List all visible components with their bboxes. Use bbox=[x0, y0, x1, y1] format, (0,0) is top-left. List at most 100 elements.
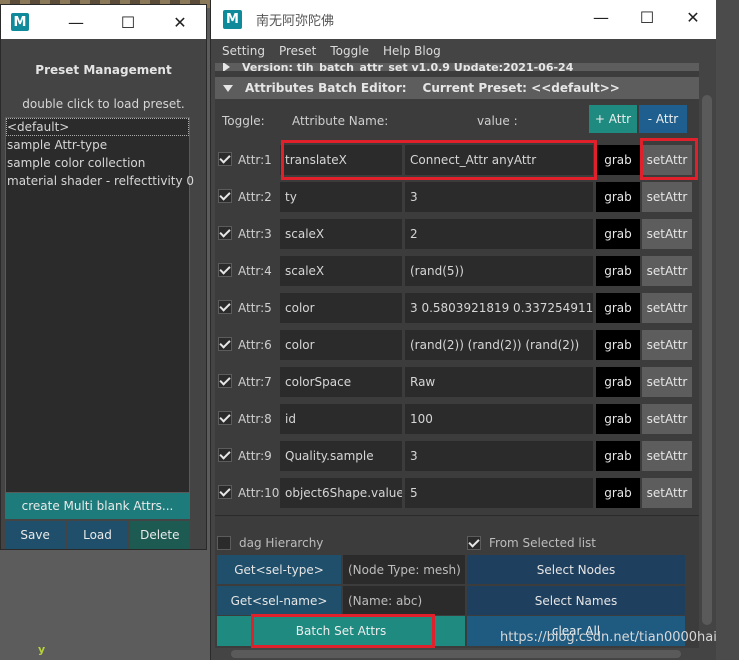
load-button[interactable]: Load bbox=[67, 521, 128, 549]
set-attr-button[interactable]: setAttr bbox=[642, 219, 692, 249]
grab-button[interactable]: grab bbox=[596, 330, 640, 360]
attr-index-label: Attr:6 bbox=[238, 338, 272, 352]
set-attr-button[interactable]: setAttr bbox=[642, 293, 692, 323]
delete-button[interactable]: Delete bbox=[129, 521, 190, 549]
window-title: 南无阿弥陀佛 bbox=[256, 14, 335, 29]
version-frame-header[interactable]: Version: tjh_batch_attr_set v1.0.9 Updat… bbox=[215, 63, 699, 71]
batch-set-attrs-button[interactable]: Batch Set Attrs bbox=[217, 616, 465, 646]
attr-toggle-checkbox[interactable] bbox=[218, 448, 232, 462]
grab-button[interactable]: grab bbox=[596, 367, 640, 397]
get-sel-type-button[interactable]: Get<sel-type> bbox=[217, 555, 341, 584]
attr-toggle-checkbox[interactable] bbox=[218, 263, 232, 277]
attr-value-field[interactable]: 3 bbox=[405, 441, 593, 471]
attr-toggle-checkbox[interactable] bbox=[218, 300, 232, 314]
grab-button[interactable]: grab bbox=[596, 478, 640, 508]
attr-name-field[interactable]: translateX bbox=[280, 145, 402, 175]
set-attr-button[interactable]: setAttr bbox=[642, 330, 692, 360]
minimize-icon[interactable]: — bbox=[50, 5, 102, 39]
set-attr-button[interactable]: setAttr bbox=[642, 367, 692, 397]
set-attr-button[interactable]: setAttr bbox=[642, 256, 692, 286]
set-attr-button[interactable]: setAttr bbox=[642, 145, 692, 175]
close-icon[interactable]: ✕ bbox=[670, 0, 716, 34]
attr-index-label: Attr:5 bbox=[238, 301, 272, 315]
grab-button[interactable]: grab bbox=[596, 219, 640, 249]
remove-attr-button[interactable]: - Attr bbox=[639, 105, 687, 133]
menu-help-blog[interactable]: Help Blog bbox=[383, 44, 441, 58]
editor-frame-label: Attributes Batch Editor: bbox=[245, 81, 407, 95]
grab-button[interactable]: grab bbox=[596, 441, 640, 471]
vertical-scrollbar[interactable] bbox=[699, 63, 715, 648]
attr-name-field[interactable]: object6Shape.value bbox=[280, 478, 402, 508]
create-multi-blank-attrs-button[interactable]: create Multi blank Attrs... bbox=[5, 493, 190, 519]
attr-row: Attr:1 translateX Connect_Attr anyAttr grab… bbox=[215, 143, 699, 177]
name-column-header: Attribute Name: bbox=[292, 114, 389, 128]
grab-button[interactable]: grab bbox=[596, 145, 640, 175]
divider bbox=[215, 515, 699, 516]
attr-toggle-checkbox[interactable] bbox=[218, 189, 232, 203]
maximize-icon[interactable]: ☐ bbox=[102, 5, 154, 39]
attr-name-field[interactable]: colorSpace bbox=[280, 367, 402, 397]
menu-setting[interactable]: Setting bbox=[222, 44, 265, 58]
attr-value-field[interactable]: Connect_Attr anyAttr bbox=[405, 145, 593, 175]
minimize-icon[interactable]: — bbox=[578, 0, 624, 34]
preset-item-default[interactable]: <default> bbox=[6, 118, 189, 136]
preset-list[interactable]: <default> sample Attr-type sample color … bbox=[5, 117, 194, 493]
attr-toggle-checkbox[interactable] bbox=[218, 337, 232, 351]
attr-name-field[interactable]: id bbox=[280, 404, 402, 434]
close-icon[interactable]: ✕ bbox=[154, 5, 206, 39]
menu-preset[interactable]: Preset bbox=[279, 44, 316, 58]
attr-value-field[interactable]: (rand(5)) bbox=[405, 256, 593, 286]
horizontal-scrollbar[interactable] bbox=[215, 648, 699, 660]
attr-toggle-checkbox[interactable] bbox=[218, 485, 232, 499]
attr-value-field[interactable]: Raw bbox=[405, 367, 593, 397]
attr-value-field[interactable]: 5 bbox=[405, 478, 593, 508]
attr-name-field[interactable]: scaleX bbox=[280, 219, 402, 249]
editor-frame-header[interactable]: Attributes Batch Editor: Current Preset:… bbox=[215, 77, 699, 99]
attr-toggle-checkbox[interactable] bbox=[218, 226, 232, 240]
attr-value-field[interactable]: 3 bbox=[405, 182, 593, 212]
attr-value-field[interactable]: 100 bbox=[405, 404, 593, 434]
editor-scroll-area: Version: tjh_batch_attr_set v1.0.9 Updat… bbox=[215, 63, 699, 648]
current-preset-label: Current Preset: <<default>> bbox=[422, 81, 620, 95]
attr-value-field[interactable]: (rand(2)) (rand(2)) (rand(2)) bbox=[405, 330, 593, 360]
attr-name-field[interactable]: color bbox=[280, 293, 402, 323]
save-button[interactable]: Save bbox=[5, 521, 66, 549]
get-sel-name-button[interactable]: Get<sel-name> bbox=[217, 586, 341, 615]
preset-item[interactable]: material shader - relfecttivity 0 bbox=[6, 172, 194, 190]
set-attr-button[interactable]: setAttr bbox=[642, 478, 692, 508]
menu-toggle[interactable]: Toggle bbox=[330, 44, 369, 58]
from-selected-list-checkbox[interactable]: From Selected list bbox=[467, 536, 596, 550]
scrollbar-thumb[interactable] bbox=[702, 95, 712, 625]
attr-row: Attr:7 colorSpace Raw grab setAttr bbox=[215, 365, 699, 399]
attr-toggle-checkbox[interactable] bbox=[218, 411, 232, 425]
select-nodes-button[interactable]: Select Nodes bbox=[467, 555, 685, 584]
grab-button[interactable]: grab bbox=[596, 404, 640, 434]
attr-index-label: Attr:2 bbox=[238, 190, 272, 204]
scrollbar-thumb[interactable] bbox=[231, 650, 681, 658]
menu-bar: Setting Preset Toggle Help Blog bbox=[211, 39, 716, 63]
attr-name-field[interactable]: ty bbox=[280, 182, 402, 212]
attr-toggle-checkbox[interactable] bbox=[218, 152, 232, 166]
attr-value-field[interactable]: 2 bbox=[405, 219, 593, 249]
preset-window-titlebar[interactable]: M — ☐ ✕ bbox=[1, 5, 206, 39]
add-attr-button[interactable]: + Attr bbox=[589, 105, 637, 133]
maximize-icon[interactable]: ☐ bbox=[624, 0, 670, 34]
attr-name-field[interactable]: color bbox=[280, 330, 402, 360]
preset-item[interactable]: sample color collection bbox=[6, 154, 189, 172]
grab-button[interactable]: grab bbox=[596, 256, 640, 286]
attr-name-field[interactable]: scaleX bbox=[280, 256, 402, 286]
preset-item[interactable]: sample Attr-type bbox=[6, 136, 189, 154]
attr-value-field[interactable]: 3 0.5803921819 0.3372549117 bbox=[405, 293, 593, 323]
attr-toggle-checkbox[interactable] bbox=[218, 374, 232, 388]
dag-hierarchy-checkbox[interactable]: dag Hierarchy bbox=[217, 536, 323, 550]
version-frame-label: Version: tjh_batch_attr_set v1.0.9 Updat… bbox=[242, 63, 574, 71]
main-window-titlebar[interactable]: M 南无阿弥陀佛 — ☐ ✕ bbox=[211, 0, 716, 39]
attr-name-field[interactable]: Quality.sample bbox=[280, 441, 402, 471]
grab-button[interactable]: grab bbox=[596, 182, 640, 212]
set-attr-button[interactable]: setAttr bbox=[642, 441, 692, 471]
set-attr-button[interactable]: setAttr bbox=[642, 404, 692, 434]
set-attr-button[interactable]: setAttr bbox=[642, 182, 692, 212]
grab-button[interactable]: grab bbox=[596, 293, 640, 323]
select-names-button[interactable]: Select Names bbox=[467, 586, 685, 615]
maya-logo-icon: M bbox=[223, 10, 242, 29]
